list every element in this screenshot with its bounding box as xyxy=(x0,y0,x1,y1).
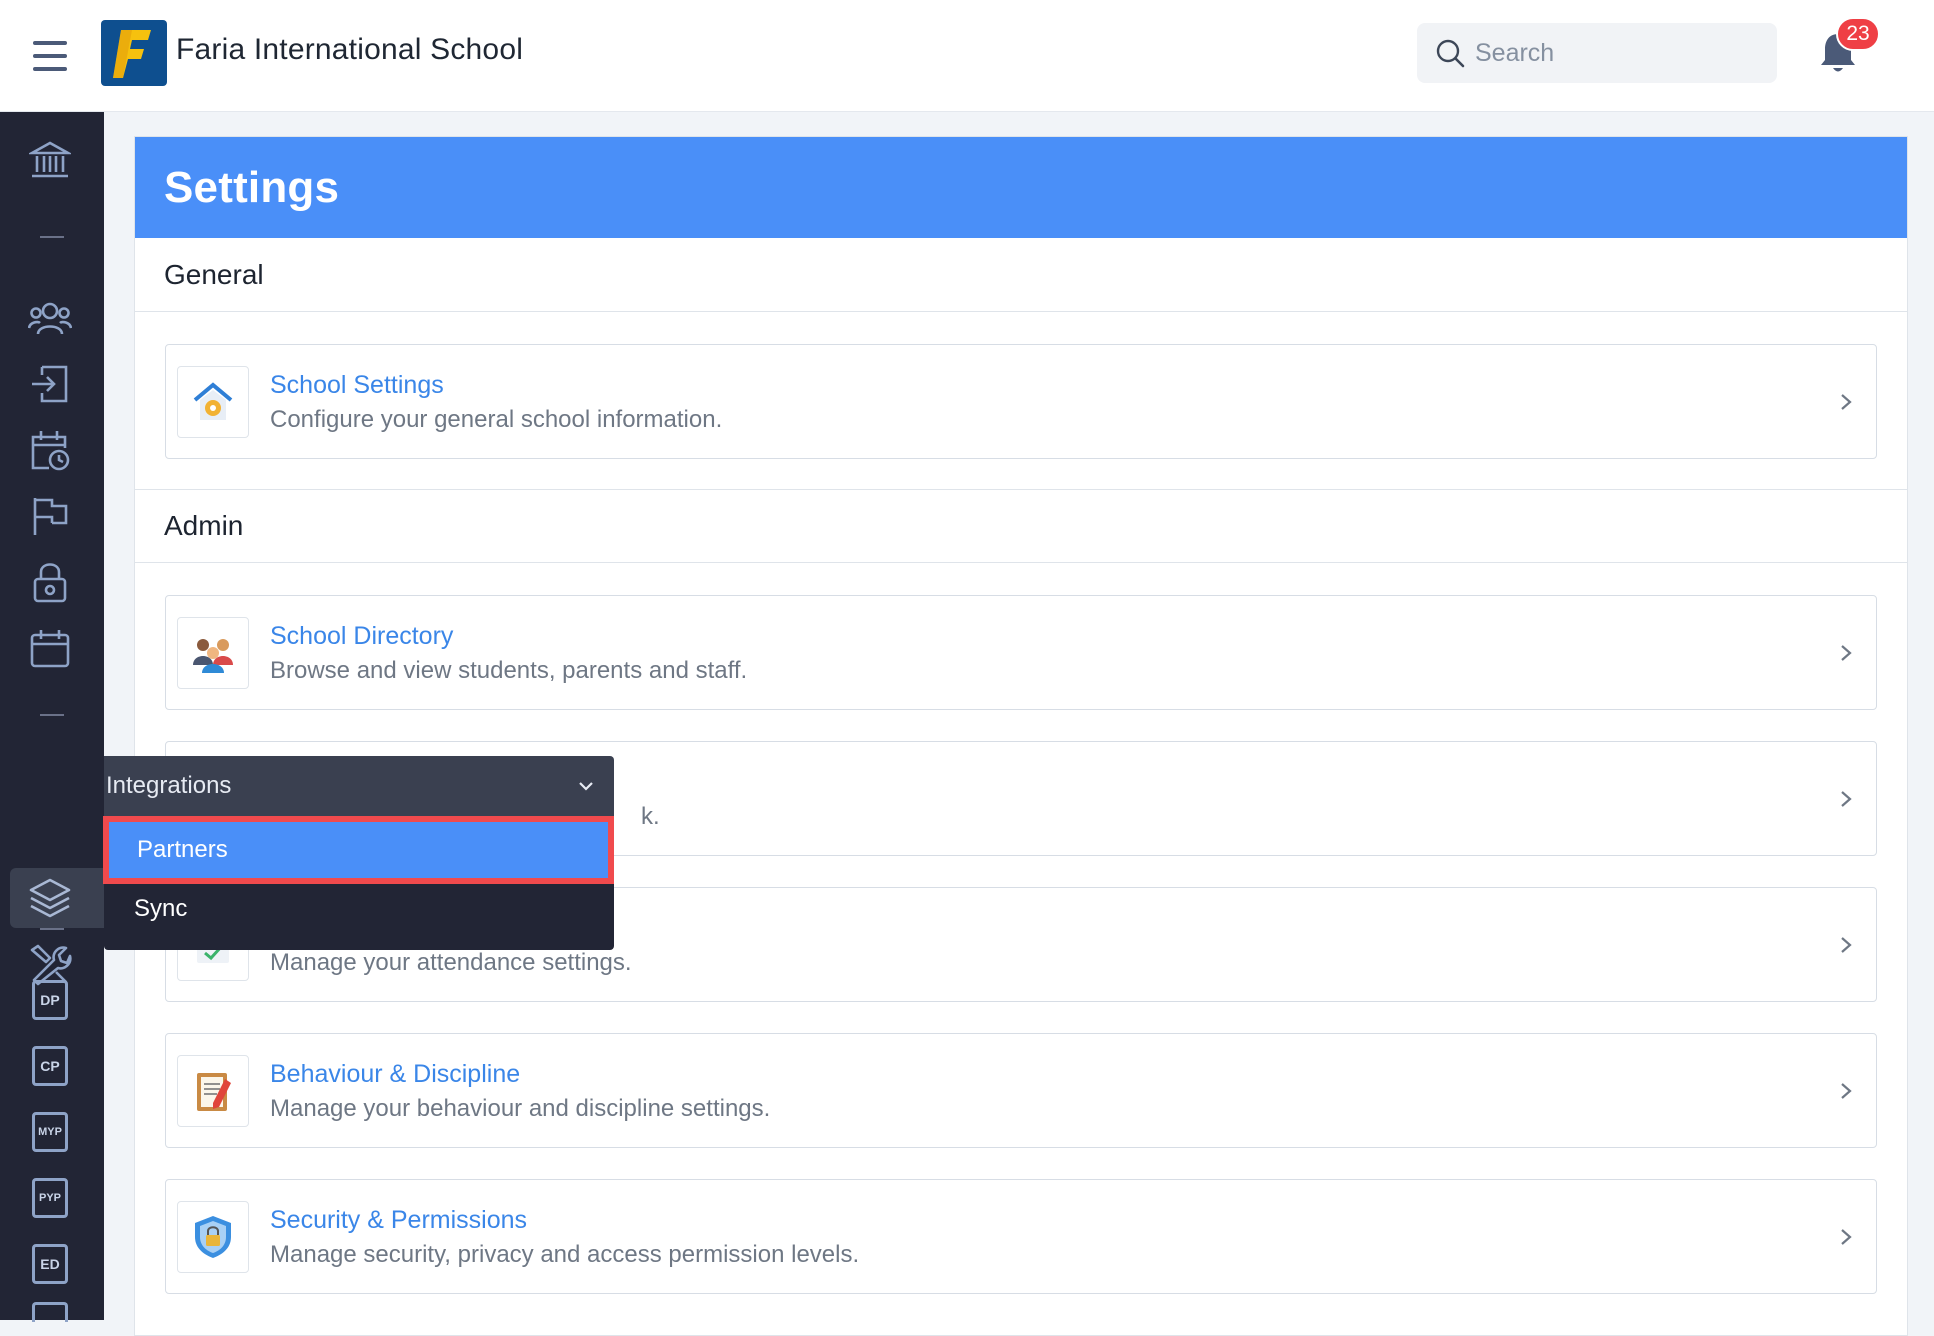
shield-icon xyxy=(177,1201,249,1273)
ed-icon[interactable]: ED xyxy=(20,1236,80,1292)
search-icon xyxy=(1436,39,1465,68)
search-box[interactable] xyxy=(1417,23,1777,83)
tile-description: Manage your attendance settings. xyxy=(270,949,632,976)
chevron-right-icon xyxy=(1841,645,1852,661)
tile-security-permissions[interactable]: Security & Permissions Manage security, … xyxy=(165,1179,1877,1294)
tile-description: Manage your behaviour and discipline set… xyxy=(270,1095,771,1122)
integrations-menu-title: Integrations xyxy=(106,772,232,799)
section-title-general: General xyxy=(135,238,1907,312)
ed-label: ED xyxy=(32,1244,68,1284)
lock-icon[interactable] xyxy=(20,554,80,610)
cp-label: CP xyxy=(32,1046,68,1086)
integrations-submenu: Partners Sync xyxy=(103,816,614,950)
clipboard-icon xyxy=(177,1055,249,1127)
flag-icon[interactable] xyxy=(20,488,80,544)
school-logo[interactable] xyxy=(101,20,167,86)
myp-icon[interactable]: MYP xyxy=(20,1104,80,1160)
tile-title: School Directory xyxy=(270,622,454,650)
menu-item-partners[interactable]: Partners xyxy=(103,816,614,884)
chevron-right-icon xyxy=(1841,791,1852,807)
tile-description: k. xyxy=(641,803,660,830)
section-title-admin: Admin xyxy=(135,489,1907,563)
chevron-right-icon xyxy=(1841,394,1852,410)
school-settings-icon xyxy=(177,366,249,438)
calendar-icon[interactable] xyxy=(20,620,80,676)
myp-label: MYP xyxy=(32,1112,68,1152)
sign-in-icon[interactable] xyxy=(20,356,80,412)
chevron-right-icon xyxy=(1841,1229,1852,1245)
tile-title: Security & Permissions xyxy=(270,1206,528,1234)
dp-icon[interactable]: DP xyxy=(20,972,80,1028)
left-rail: DP CP MYP PYP ED xyxy=(0,112,104,1322)
chevron-down-icon xyxy=(579,782,593,791)
notification-badge[interactable]: 23 xyxy=(1836,17,1880,51)
menu-item-sync[interactable]: Sync xyxy=(104,879,614,939)
chevron-right-icon xyxy=(1841,1083,1852,1099)
search-input[interactable] xyxy=(1473,23,1763,83)
more-programme-icon[interactable] xyxy=(20,1302,80,1322)
tile-title: School Settings xyxy=(270,371,444,399)
school-icon[interactable] xyxy=(20,132,80,188)
page-title: Settings xyxy=(164,162,340,212)
tile-description: Browse and view students, parents and st… xyxy=(270,657,748,684)
pyp-icon[interactable]: PYP xyxy=(20,1170,80,1226)
pyp-label: PYP xyxy=(32,1178,68,1218)
cp-icon[interactable]: CP xyxy=(20,1038,80,1094)
dp-label: DP xyxy=(32,980,68,1020)
tile-title: Behaviour & Discipline xyxy=(270,1060,521,1088)
layers-icon[interactable] xyxy=(20,870,80,926)
users-icon[interactable] xyxy=(20,290,80,346)
chevron-right-icon xyxy=(1841,937,1852,953)
settings-card: Settings General School Settings Configu… xyxy=(134,136,1908,1336)
rail-divider-programmes xyxy=(40,928,64,930)
tile-behaviour-discipline[interactable]: Behaviour & Discipline Manage your behav… xyxy=(165,1033,1877,1148)
rail-divider xyxy=(40,236,64,238)
directory-icon xyxy=(177,617,249,689)
calendar-clock-icon[interactable] xyxy=(20,422,80,478)
school-name: Faria International School xyxy=(176,33,524,66)
settings-header: Settings xyxy=(135,137,1907,238)
tile-description: Manage security, privacy and access perm… xyxy=(270,1241,860,1268)
integrations-menu-header[interactable]: Integrations xyxy=(104,756,614,816)
rail-divider xyxy=(40,714,64,716)
top-bar: Faria International School 23 xyxy=(0,0,1934,112)
menu-icon[interactable] xyxy=(24,30,76,82)
tile-school-settings[interactable]: School Settings Configure your general s… xyxy=(165,344,1877,459)
tile-school-directory[interactable]: School Directory Browse and view student… xyxy=(165,595,1877,710)
tile-description: Configure your general school informatio… xyxy=(270,406,723,433)
